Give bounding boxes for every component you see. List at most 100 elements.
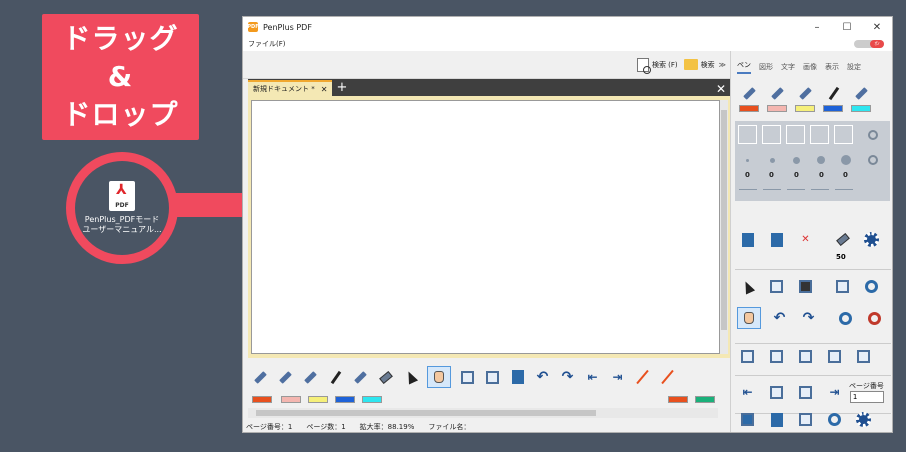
zoom-in-button[interactable] (866, 310, 883, 327)
close-button[interactable]: ✕ (862, 22, 892, 33)
color-swatch-1[interactable] (252, 396, 272, 403)
settings-button[interactable] (855, 411, 872, 428)
bookmark-button[interactable] (768, 231, 785, 248)
color-swatch-3[interactable] (308, 396, 328, 403)
prev-page-button[interactable] (768, 384, 785, 401)
rotate-left-button[interactable] (739, 348, 756, 365)
document-page[interactable] (251, 100, 720, 354)
add-bookmark-button[interactable] (739, 231, 756, 248)
tab-new-document[interactable]: 新規ドキュメント * ✕ (248, 80, 333, 96)
tab-image[interactable]: 画像 (803, 62, 817, 74)
search-panel-button[interactable] (826, 411, 843, 428)
color-swatch-2[interactable] (281, 396, 301, 403)
panel-select-tool[interactable] (739, 278, 756, 295)
panel-undo-button[interactable]: ↶ (771, 310, 788, 327)
next-page-button[interactable] (797, 384, 814, 401)
pen-slot-settings-icon[interactable] (868, 130, 878, 140)
custom-pen-slot-3[interactable] (786, 125, 805, 144)
panel-hand-tool[interactable] (737, 307, 761, 329)
undo-button[interactable]: ↶ (534, 369, 551, 386)
panel-highlighter[interactable] (853, 85, 870, 102)
zoom-area-tool[interactable] (834, 278, 851, 295)
pdf-file-icon[interactable]: ⅄ PDF (109, 181, 135, 211)
line-style-4[interactable] (811, 189, 829, 190)
color-swatch-4[interactable] (335, 396, 355, 403)
bookmark-list-button[interactable] (768, 411, 785, 428)
fit-height-button[interactable] (826, 348, 843, 365)
custom-pen-slot-1[interactable] (738, 125, 757, 144)
comment-button[interactable] (797, 411, 814, 428)
delete-bookmark-button[interactable]: ✕ (797, 231, 814, 248)
minimize-button[interactable]: – (802, 22, 832, 33)
select-tool[interactable] (402, 369, 419, 386)
custom-pen-slot-4[interactable] (810, 125, 829, 144)
line-style-2[interactable] (763, 189, 781, 190)
panel-last-page-button[interactable]: ⇥ (826, 384, 843, 401)
eraser-tool[interactable] (377, 369, 394, 386)
fit-width-button[interactable] (797, 348, 814, 365)
tab-view[interactable]: 表示 (825, 62, 839, 74)
pen-tool-1[interactable] (252, 369, 269, 386)
page-number-input[interactable]: 1 (849, 391, 884, 403)
thumbnail-button[interactable] (739, 411, 756, 428)
color-swatch-5[interactable] (362, 396, 382, 403)
page-tool[interactable] (484, 369, 501, 386)
pen-tool-3[interactable] (302, 369, 319, 386)
eraser-settings-button[interactable] (863, 231, 880, 248)
chevron-more-icon[interactable]: ≫ (719, 61, 726, 69)
custom-pen-slot-5[interactable] (834, 125, 853, 144)
thickness-dot-3[interactable] (793, 157, 800, 164)
pen-tool-2[interactable] (277, 369, 294, 386)
panel-pen-2[interactable] (769, 85, 786, 102)
brush-tool[interactable] (327, 369, 344, 386)
panel-color-4[interactable] (823, 105, 843, 112)
close-all-tabs-button[interactable]: ✕ (716, 82, 730, 96)
tab-text[interactable]: 文字 (781, 62, 795, 74)
rotate-right-button[interactable] (768, 348, 785, 365)
first-page-button[interactable]: ⇤ (584, 369, 601, 386)
line-color-swatch-2[interactable] (695, 396, 715, 403)
mode-toggle[interactable]: ｵﾝ (854, 40, 884, 48)
panel-eraser-button[interactable] (834, 231, 851, 248)
bookmark-tool[interactable] (509, 369, 526, 386)
target-tool[interactable] (863, 278, 880, 295)
thickness-settings-icon[interactable] (868, 155, 878, 165)
copy-tool[interactable] (768, 278, 785, 295)
vertical-scrollbar[interactable] (720, 100, 728, 354)
panel-first-page-button[interactable]: ⇤ (739, 384, 756, 401)
panel-pen-1[interactable] (741, 85, 758, 102)
folder-search-button[interactable]: 検索 (683, 59, 715, 70)
thickness-dot-1[interactable] (746, 159, 749, 162)
menu-file[interactable]: ファイル(F) (248, 39, 286, 49)
line-style-3[interactable] (787, 189, 805, 190)
highlighter-tool[interactable] (352, 369, 369, 386)
maximize-button[interactable]: ☐ (832, 22, 862, 33)
thickness-dot-4[interactable] (817, 156, 825, 164)
tab-settings[interactable]: 設定 (847, 62, 861, 74)
fit-page-button[interactable] (855, 348, 872, 365)
area-select-tool[interactable] (459, 369, 476, 386)
line-tool[interactable] (634, 369, 651, 386)
arrow-line-tool[interactable] (659, 369, 676, 386)
paste-tool[interactable] (797, 278, 814, 295)
panel-color-5[interactable] (851, 105, 871, 112)
panel-color-1[interactable] (739, 105, 759, 112)
horizontal-scroll-thumb[interactable] (256, 410, 596, 416)
thickness-dot-5[interactable] (841, 155, 851, 165)
zoom-out-button[interactable] (837, 310, 854, 327)
add-tab-button[interactable]: + (336, 80, 347, 95)
last-page-button[interactable]: ⇥ (609, 369, 626, 386)
tab-shape[interactable]: 図形 (759, 62, 773, 74)
panel-redo-button[interactable]: ↷ (800, 310, 817, 327)
search-button[interactable]: 検索 (F) (636, 57, 678, 74)
thickness-dot-2[interactable] (770, 158, 775, 163)
panel-brush[interactable] (825, 85, 842, 102)
redo-button[interactable]: ↷ (559, 369, 576, 386)
panel-color-3[interactable] (795, 105, 815, 112)
tab-pen[interactable]: ペン (737, 60, 751, 74)
line-style-5[interactable] (835, 189, 853, 190)
hand-tool[interactable] (427, 366, 451, 388)
panel-color-2[interactable] (767, 105, 787, 112)
vertical-scroll-thumb[interactable] (721, 110, 727, 330)
line-style-1[interactable] (739, 189, 757, 190)
